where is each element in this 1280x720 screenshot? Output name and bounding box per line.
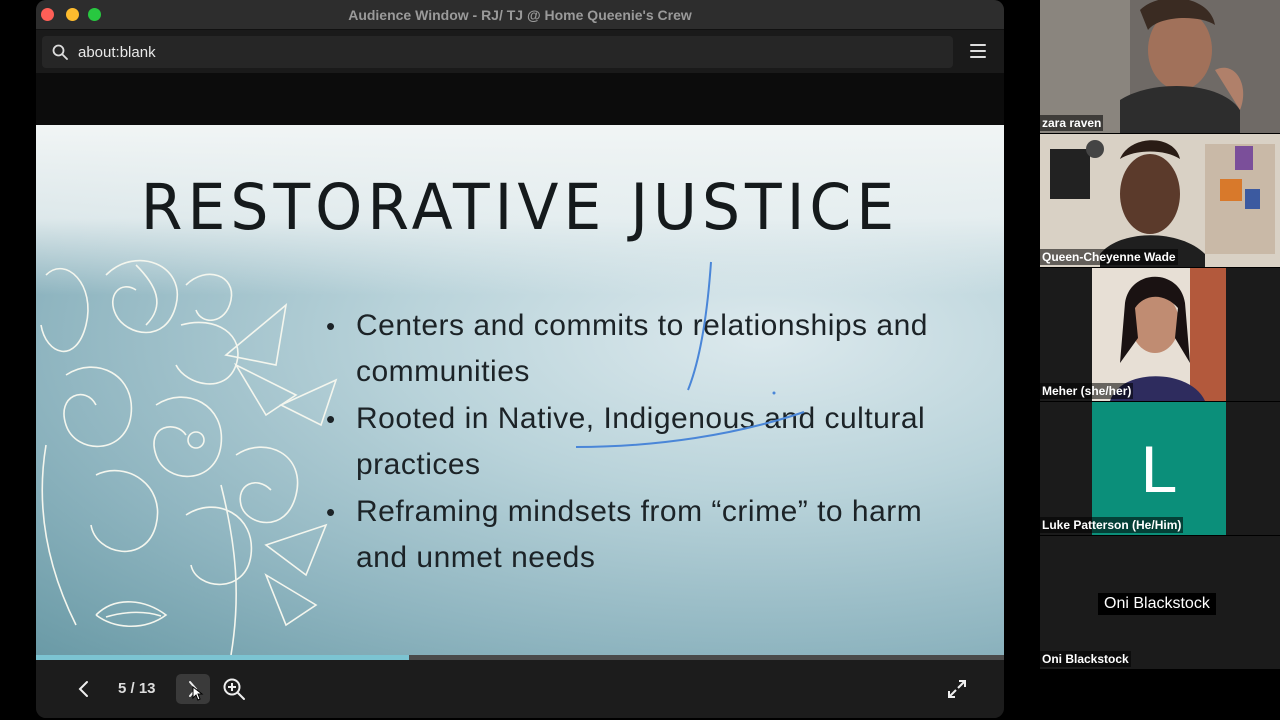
participant-video xyxy=(1040,134,1280,267)
participant-name: Luke Patterson (He/Him) xyxy=(1040,517,1184,533)
search-icon xyxy=(52,44,68,60)
chevron-right-icon xyxy=(189,681,204,701)
participant-tile[interactable]: Meher (she/her) xyxy=(1040,268,1280,401)
title-bar: Audience Window - RJ/ TJ @ Home Queenie'… xyxy=(36,0,1004,30)
participant-name: zara raven xyxy=(1040,115,1104,131)
page-indicator: 5 / 13 xyxy=(118,680,156,697)
participant-tile[interactable]: Queen-Cheyenne Wade xyxy=(1040,134,1280,267)
hamburger-menu-icon[interactable] xyxy=(970,44,986,58)
participant-tile[interactable]: Oni Blackstock Oni Blackstock xyxy=(1040,536,1280,669)
next-slide-button[interactable] xyxy=(176,674,210,704)
floral-illustration xyxy=(40,259,338,655)
participant-display-name: Oni Blackstock xyxy=(1098,593,1216,615)
participant-tile[interactable]: zara raven xyxy=(1040,0,1280,133)
participant-avatar: L xyxy=(1092,402,1226,535)
participant-tile[interactable]: L Luke Patterson (He/Him) xyxy=(1040,402,1280,535)
participant-name: Queen-Cheyenne Wade xyxy=(1040,249,1178,265)
slide-title: RESTORATIVE JUSTICE xyxy=(140,171,900,245)
slide-controls: 5 / 13 xyxy=(36,660,1004,718)
audience-window: Audience Window - RJ/ TJ @ Home Queenie'… xyxy=(36,0,1004,718)
participant-video xyxy=(1040,0,1280,133)
chevron-left-icon[interactable] xyxy=(74,678,94,700)
window-title: Audience Window - RJ/ TJ @ Home Queenie'… xyxy=(348,7,692,23)
url-text[interactable]: about:blank xyxy=(78,44,156,61)
participant-video xyxy=(1040,268,1280,401)
slide-bullet-list: Centers and commits to relationships and… xyxy=(326,303,966,582)
address-bar[interactable]: about:blank xyxy=(42,36,953,68)
fullscreen-icon[interactable] xyxy=(946,678,968,700)
slide-bullet: Centers and commits to relationships and… xyxy=(326,303,966,395)
zoom-in-icon[interactable] xyxy=(222,677,246,701)
participant-name: Oni Blackstock xyxy=(1040,651,1131,667)
slide-top-margin xyxy=(36,73,1004,125)
presentation-slide: RESTORATIVE JUSTICE Centers and commits … xyxy=(36,125,1004,655)
participant-name: Meher (she/her) xyxy=(1040,383,1134,399)
slide-bullet: Reframing mindsets from “crime” to harm … xyxy=(326,489,966,581)
slide-bullet: Rooted in Native, Indigenous and cultura… xyxy=(326,396,966,488)
